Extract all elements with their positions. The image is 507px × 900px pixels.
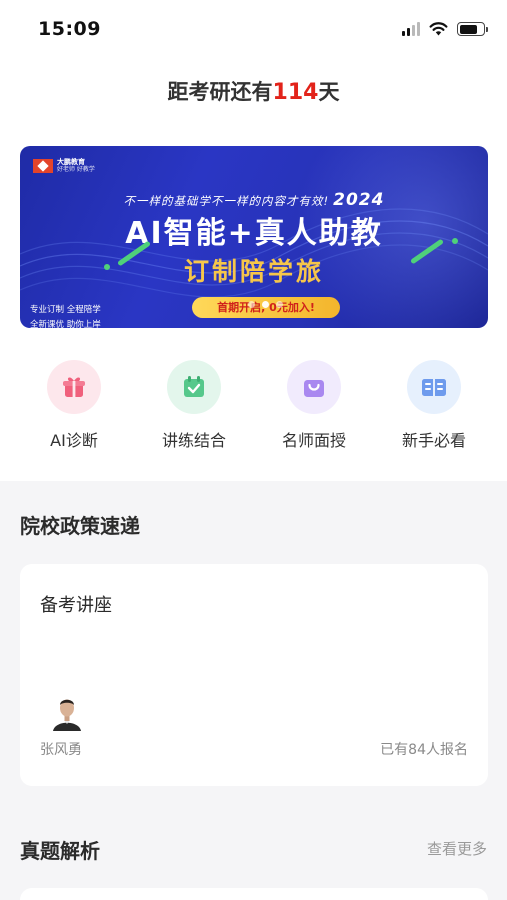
status-time: 15:09 [38, 18, 101, 40]
banner-tag: 专业订制 全程陪学 [30, 305, 101, 315]
countdown-suffix: 天 [318, 80, 340, 104]
lecture-card-title: 备考讲座 [40, 595, 112, 616]
banner-tags: 专业订制 全程陪学 全新课优 助你上岸 [30, 303, 101, 328]
banner-deco-dot [104, 264, 110, 270]
quick-action-tutoring[interactable]: 名师面授 [259, 360, 369, 451]
brand-name: 大鹏教育 [57, 158, 85, 166]
lecture-card[interactable]: 备考讲座 张风勇 已有84人报名 [20, 564, 488, 786]
banner-slogan: 不一样的基础学不一样的内容才有效! [123, 194, 330, 208]
exam-card[interactable] [20, 888, 488, 900]
carousel-dot-active[interactable] [262, 301, 269, 308]
banner-title: AI智能+真人助教 [125, 216, 383, 251]
brand-logo-icon [33, 159, 53, 173]
status-icons [402, 22, 488, 36]
brand-tagline: 好老师 好教学 [57, 166, 95, 173]
carousel-indicator [248, 301, 283, 308]
promo-banner[interactable]: 大鹏教育 好老师 好教学 不一样的基础学不一样的内容才有效! 2024 AI智能+… [20, 146, 488, 328]
banner-brand: 大鹏教育 好老师 好教学 [33, 159, 95, 173]
calendar-check-icon [184, 376, 204, 397]
book-icon-badge [407, 360, 461, 414]
quick-action-label: 名师面授 [281, 431, 346, 450]
carousel-dot[interactable] [248, 301, 255, 308]
quick-action-label: AI诊断 [50, 431, 98, 450]
book-icon [422, 379, 446, 396]
banner-slogan-line: 不一样的基础学不一样的内容才有效! 2024 [20, 190, 488, 210]
shopping-bag-icon-badge [287, 360, 341, 414]
calendar-check-icon-badge [167, 360, 221, 414]
enrolled-count: 已有84人报名 [380, 742, 468, 758]
view-more-link[interactable]: 查看更多 [427, 838, 487, 859]
quick-action-ai-diagnosis[interactable]: AI诊断 [19, 360, 129, 451]
banner-year: 2024 [333, 190, 385, 210]
gift-icon [63, 377, 85, 397]
exam-countdown: 距考研还有114天 [0, 76, 507, 106]
exam-section-title: 真题解析 [20, 839, 100, 863]
quick-actions: AI诊断 讲练结合 名师面授 新手必看 [0, 360, 507, 450]
policy-section-title: 院校政策速递 [20, 514, 140, 538]
quick-action-practice[interactable]: 讲练结合 [139, 360, 249, 451]
lecturer-name: 张风勇 [40, 742, 82, 758]
quick-action-label: 新手必看 [401, 431, 466, 450]
banner-deco-dot [452, 238, 458, 244]
wifi-icon [429, 22, 448, 36]
status-bar: 15:09 [0, 0, 507, 60]
lecturer-avatar-icon [51, 693, 83, 731]
countdown-prefix: 距考研还有 [167, 80, 273, 104]
shopping-bag-icon [304, 380, 324, 397]
banner-tag: 全新课优 助你上岸 [30, 320, 101, 328]
cellular-signal-icon [402, 22, 420, 36]
battery-icon [457, 22, 488, 36]
countdown-days: 114 [272, 80, 319, 105]
carousel-dot[interactable] [276, 301, 283, 308]
quick-action-beginner-guide[interactable]: 新手必看 [379, 360, 489, 451]
quick-action-label: 讲练结合 [161, 431, 226, 450]
gift-icon-badge [47, 360, 101, 414]
